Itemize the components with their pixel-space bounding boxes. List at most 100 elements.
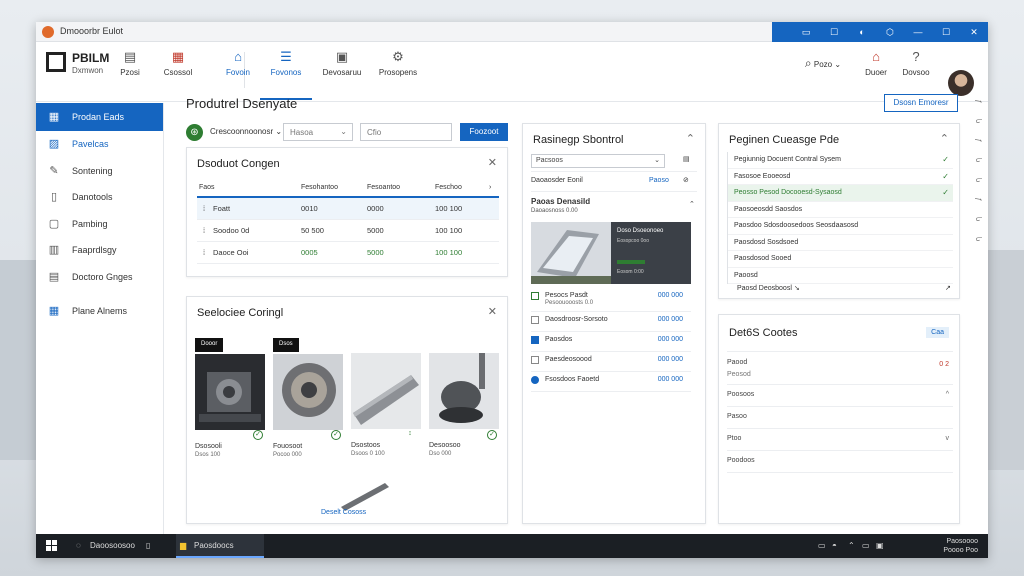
chevron-up-icon[interactable]: ⌃ xyxy=(940,132,949,145)
version-item[interactable]: Daosdroosr-Sorsoto 000 000 xyxy=(531,312,691,332)
taskbar-app[interactable]: ▆ Paosdoocs xyxy=(176,534,264,558)
checkbox[interactable] xyxy=(531,356,539,364)
tool-button-2[interactable]: ⌂ Fovoin xyxy=(212,50,264,78)
layout-icon[interactable]: ☐ xyxy=(820,27,848,38)
rail-mark[interactable]: Ⴑ xyxy=(974,217,982,233)
compare-icon[interactable]: ▤ xyxy=(683,155,690,163)
expand-icon[interactable]: ↗ xyxy=(945,284,951,292)
chevron-right-icon[interactable]: › xyxy=(489,184,491,191)
list-item[interactable]: Paosdosod Sooed xyxy=(728,251,953,268)
search-tool[interactable]: ⌕ Pozo ⌄ xyxy=(798,56,848,71)
tray-icon[interactable]: ▭ xyxy=(862,541,870,550)
checkbox[interactable] xyxy=(531,292,539,300)
rail-mark[interactable]: ƒ xyxy=(975,198,982,214)
list-item[interactable]: Paoosd xyxy=(728,268,953,284)
list-item[interactable]: Fasosoe Eooeosd ✓ xyxy=(728,169,953,185)
rail-mark[interactable]: ƒ xyxy=(975,139,982,155)
check-icon[interactable]: ✓ xyxy=(331,430,341,440)
tray-icon[interactable]: ⌃ xyxy=(848,541,855,550)
column-header[interactable]: Feschoo xyxy=(435,184,462,191)
detail-row[interactable]: Pasoo xyxy=(727,407,953,429)
column-header[interactable]: Fesohantoo xyxy=(301,184,338,191)
tray-icon[interactable]: ▭ xyxy=(818,541,826,550)
version-item[interactable]: Paosdos 000 000 xyxy=(531,332,691,352)
version-select[interactable]: Pacsoos ⌄ xyxy=(531,154,665,168)
list-item[interactable]: Paosoeosdd Saosdos xyxy=(728,202,953,218)
table-row[interactable]: ⁞ Foatt 0010 0000 100 100 xyxy=(197,198,499,220)
filter-text-input[interactable]: Cfio xyxy=(360,123,452,141)
filter-select[interactable]: Hasoa ⌄ xyxy=(283,123,353,141)
toggle-icon[interactable]: ⊘ xyxy=(683,176,689,184)
component-item[interactable]: Desoosoo Dso 000 ✓ xyxy=(429,332,499,457)
checkbox[interactable] xyxy=(531,336,539,344)
component-item[interactable]: Dsostoos Dsoos 0 100 ↕ xyxy=(351,332,421,457)
minimize-button[interactable]: — xyxy=(904,27,932,37)
detail-row[interactable]: Paood Peosod 0 2 xyxy=(727,355,953,385)
share-icon[interactable]: ⬡ xyxy=(876,27,904,38)
sidebar-item-0[interactable]: ▦ Prodan Eads xyxy=(36,103,163,131)
search-icon[interactable]: ◌ xyxy=(76,541,81,550)
right-tool-2[interactable]: ? Dovsoo xyxy=(890,50,942,78)
component-item[interactable]: Dsos Fouosoot Pocoo 000 ✓ xyxy=(273,332,343,458)
avatar[interactable] xyxy=(948,70,974,96)
select-components-link[interactable]: Deselt Cososs xyxy=(321,509,366,516)
column-header[interactable]: Faos xyxy=(199,184,215,191)
tray-icon[interactable]: ◓ xyxy=(832,541,837,550)
table-row[interactable]: ⁞ Daoce Ooi 0005 5000 100 100 xyxy=(197,242,499,264)
detail-row[interactable]: Poosoos ^ xyxy=(727,385,953,407)
approval-footer[interactable]: Paosd Deosboosl ↘ xyxy=(737,284,800,292)
detail-row[interactable]: Poodoos xyxy=(727,451,953,473)
tray-icon[interactable]: ▣ xyxy=(876,541,884,550)
filter-dropdown[interactable]: Crescoonnoonosr ⌄ xyxy=(210,127,282,136)
chevron-up-icon[interactable]: ⌃ xyxy=(686,132,695,145)
sidebar-item-6[interactable]: ▤ Doctoro Gnges xyxy=(36,264,163,291)
list-item[interactable]: Paosdosd Sosdsoed xyxy=(728,235,953,251)
detail-row[interactable]: Ptoo v xyxy=(727,429,953,451)
taskbar-search[interactable]: Daoosoosoo xyxy=(90,541,135,550)
column-header[interactable]: Fesoantoo xyxy=(367,184,400,191)
check-icon[interactable]: ✓ xyxy=(487,430,497,440)
list-item[interactable]: Peosso Pesod Docooesd-Sysaosd ✓ xyxy=(728,185,953,202)
task-view-icon[interactable]: ▯ xyxy=(146,541,150,550)
rail-mark[interactable]: Ⴑ xyxy=(974,178,982,194)
rail-mark[interactable]: Ⴑ xyxy=(974,158,982,174)
start-icon[interactable] xyxy=(46,540,58,552)
snap-icon[interactable]: ▭ xyxy=(792,27,820,38)
close-icon[interactable]: ✕ xyxy=(488,305,497,318)
maximize-button[interactable]: ☐ xyxy=(932,27,960,38)
table-row[interactable]: ⁞ Soodoo 0d 50 500 5000 100 100 xyxy=(197,220,499,242)
sidebar-item-4[interactable]: ▢ Pambing xyxy=(36,211,163,238)
list-item[interactable]: Paosdoo Sdosdoosedoos Seosdaasosd xyxy=(728,218,953,235)
version-item[interactable]: Pesocs Pasdt Pesoouooosts 0.0 000 000 xyxy=(531,288,691,312)
sidebar-item-2[interactable]: ✎ Sontening xyxy=(36,158,163,185)
component-item[interactable]: Dooor Dsosooli Dsos 100 ✓ xyxy=(195,332,265,458)
rail-mark[interactable]: ƒ xyxy=(975,100,982,116)
check-icon[interactable]: ✓ xyxy=(253,430,263,440)
version-row-link[interactable]: Paoso xyxy=(649,177,669,184)
close-icon[interactable]: ✕ xyxy=(488,156,497,169)
list-item[interactable]: Pegiunnig Docuent Contral Sysem ✓ xyxy=(728,152,953,169)
theme-icon[interactable]: ◐ xyxy=(848,27,876,37)
version-item[interactable]: Fsosdoos Faoetd 000 000 xyxy=(531,372,691,392)
version-item[interactable]: Paesdeosoood 000 000 xyxy=(531,352,691,372)
chevron-up-icon[interactable]: ⌃ xyxy=(689,200,695,208)
sidebar-item-1[interactable]: ▨ Pavelcas xyxy=(36,131,163,158)
checkbox[interactable] xyxy=(531,376,539,384)
export-button[interactable]: Dsosn Emoresr xyxy=(884,94,958,112)
sidebar-item-3[interactable]: ▯ Danotools xyxy=(36,184,163,211)
more-icon[interactable]: ↕ xyxy=(405,430,415,440)
filter-icon[interactable]: ⊛ xyxy=(186,124,203,141)
details-badge[interactable]: Caa xyxy=(926,327,949,338)
clock[interactable]: Paosoooo Poooo Poo xyxy=(943,537,978,555)
close-button[interactable]: ✕ xyxy=(960,27,988,38)
tool-button-3[interactable]: ☰ Fovonos xyxy=(260,50,312,78)
tool-button-0[interactable]: ▤ Pzosi xyxy=(104,50,156,78)
rail-mark[interactable]: Ⴑ xyxy=(974,237,982,253)
rail-mark[interactable]: Ⴑ xyxy=(974,119,982,135)
sidebar-item-5[interactable]: ▥ Faaprdlsgy xyxy=(36,237,163,264)
tool-button-1[interactable]: ▦ Csossol xyxy=(152,50,204,78)
tool-button-5[interactable]: ⚙ Prosopens xyxy=(372,50,424,78)
checkbox[interactable] xyxy=(531,316,539,324)
tool-button-4[interactable]: ▣ Devosaruu xyxy=(316,50,368,78)
apply-button[interactable]: Foozoot xyxy=(460,123,508,141)
